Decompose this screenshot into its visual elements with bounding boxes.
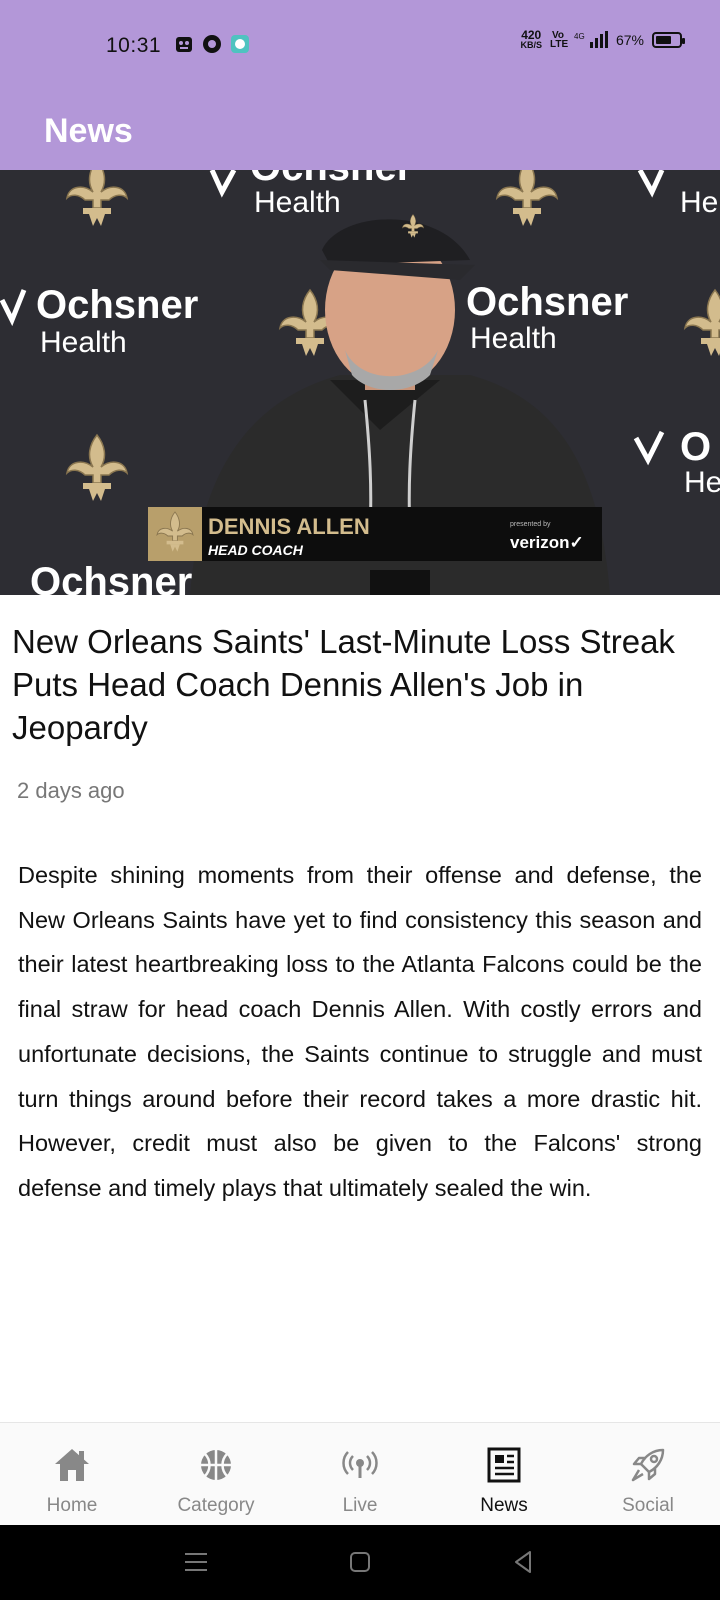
back-button[interactable] [508,1547,538,1577]
basketball-icon [196,1445,236,1485]
nav-item-live[interactable]: Live [288,1423,432,1525]
svg-text:He: He [684,466,720,499]
rocket-icon [628,1445,668,1485]
svg-text:Health: Health [254,186,341,219]
newspaper-icon [484,1445,524,1485]
notification-circle-icon [203,35,221,53]
status-bar: 10:31 420 KB/S Vo LTE 4G 67% [0,0,720,92]
notification-app-icon [176,37,192,52]
battery-icon [652,32,685,48]
svg-text:Ochsner: Ochsner [36,283,198,327]
home-button[interactable] [345,1547,375,1577]
svg-text:Ochsner: Ochsner [30,560,192,595]
page-title: News [44,112,133,150]
svg-text:O: O [680,425,711,469]
battery-percent: 67% [615,32,644,48]
broadcast-icon [340,1445,380,1485]
nav-label-social: Social [622,1495,674,1516]
press-conference-photo: Ochsner Health Ochsner Health Ochsner He… [0,170,720,595]
system-navigation-bar [0,1525,720,1600]
svg-text:He: He [680,186,718,219]
article-hero-image[interactable]: Ochsner Health Ochsner Health Ochsner He… [0,170,720,595]
nav-label-live: Live [342,1495,378,1516]
lower-third-name: DENNIS ALLEN [208,514,370,539]
article-body: Despite shining moments from their offen… [18,862,702,1201]
svg-text:Health: Health [40,326,127,359]
recents-button[interactable] [181,1547,211,1577]
notification-chat-icon [231,35,249,53]
svg-text:presented by: presented by [510,521,551,528]
net-speed: 420 KB/S [520,28,542,50]
svg-text:Health: Health [470,322,557,355]
nav-item-category[interactable]: Category [144,1423,288,1525]
nav-label-news: News [480,1495,528,1516]
article-date: 2 days ago [17,778,125,803]
status-time: 10:31 [106,34,162,57]
nav-item-social[interactable]: Social [576,1423,720,1525]
signal-icon: 4G [574,31,608,48]
bottom-navigation: Home Category Live News Social [0,1422,720,1525]
article-title: New Orleans Saints' Last-Minute Loss Str… [12,623,675,746]
lower-third-role: HEAD COACH [208,542,304,558]
volte-indicator: Vo LTE [549,30,569,50]
nav-label-home: Home [46,1495,98,1516]
svg-text:4G: 4G [574,32,585,41]
svg-text:Ochsner: Ochsner [466,280,628,324]
sponsor-logo: verizon✓ [510,533,584,552]
nav-item-home[interactable]: Home [0,1423,144,1525]
status-indicators: 420 KB/S Vo LTE 4G 67% [520,28,685,50]
nav-label-category: Category [177,1495,255,1516]
home-icon [52,1445,92,1485]
nav-item-news[interactable]: News [432,1423,576,1525]
notification-icons [174,34,250,54]
app-header: 10:31 420 KB/S Vo LTE 4G 67% News [0,0,720,170]
